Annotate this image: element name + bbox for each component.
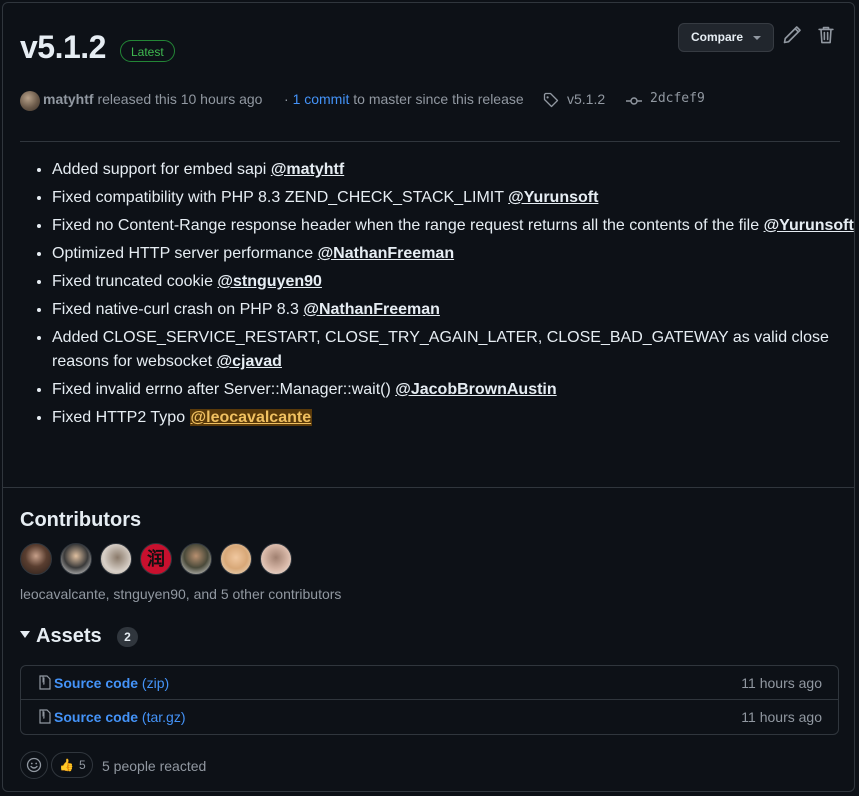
author-link[interactable]: matyhtf [43,91,94,107]
assets-list: Source code (zip) 11 hours ago Source co… [20,665,839,735]
release-meta: matyhtf released this 10 hours ago [43,91,262,107]
commit-icon [626,97,642,105]
compare-label: Compare [691,30,744,44]
triangle-down-icon [20,631,30,639]
contributor-avatar[interactable]: 润 [140,543,172,575]
note-item: Fixed compatibility with PHP 8.3 ZEND_CH… [52,186,859,210]
contributor-avatar[interactable] [100,543,132,575]
reactions-summary: 5 people reacted [102,758,207,774]
contributors-summary: leocavalcante, stnguyen90, and 5 other c… [20,586,342,602]
note-item: Added support for embed sapi @matyhtf [52,158,859,182]
note-item: Optimized HTTP server performance @Natha… [52,242,859,266]
commit-hash[interactable]: 2dcfef9 [650,91,705,106]
contributor-avatar[interactable] [60,543,92,575]
tag-icon [543,92,559,108]
release-notes: Added support for embed sapi @matyhtf Fi… [20,158,859,434]
add-reaction-button[interactable] [20,751,48,779]
release-card: v5.1.2 Latest Compare matyhtf released t… [2,2,855,792]
user-mention[interactable]: @Yurunsoft [764,217,854,234]
contributors-title: Contributors [20,509,142,531]
chevron-down-icon [753,36,761,40]
user-mention[interactable]: @NathanFreeman [303,301,440,318]
thumbs-up-reaction[interactable]: 👍 5 [51,752,93,778]
commit-separator: · [284,91,289,107]
user-mention[interactable]: @stnguyen90 [217,273,322,290]
note-item: Fixed no Content-Range response header w… [52,214,859,238]
pencil-icon[interactable] [782,25,802,45]
compare-button[interactable]: Compare [678,23,774,52]
contributor-avatar[interactable] [260,543,292,575]
smiley-icon [26,757,42,773]
assets-count-badge: 2 [117,627,138,647]
asset-link[interactable]: Source code (zip) [54,675,169,691]
user-mention[interactable]: @NathanFreeman [318,245,455,262]
released-text: released this 10 hours ago [97,91,263,107]
asset-row: Source code (zip) 11 hours ago [21,666,838,699]
header-divider [20,141,840,142]
section-divider [3,487,854,488]
file-zip-icon [39,709,51,724]
asset-time: 11 hours ago [741,709,822,725]
user-mention[interactable]: @JacobBrownAustin [395,381,556,398]
note-item: Fixed native-curl crash on PHP 8.3 @Nath… [52,298,859,322]
author-avatar[interactable] [20,91,40,111]
assets-toggle[interactable]: Assets [20,625,102,648]
asset-link[interactable]: Source code (tar.gz) [54,709,186,725]
latest-badge: Latest [120,40,175,62]
note-item: Fixed truncated cookie @stnguyen90 [52,270,859,294]
file-zip-icon [39,675,51,690]
commit-rest: to master since this release [353,91,524,107]
contributor-avatar[interactable] [20,543,52,575]
note-item: Added CLOSE_SERVICE_RESTART, CLOSE_TRY_A… [52,326,859,374]
user-mention[interactable]: @cjavad [217,353,282,370]
user-mention[interactable]: @matyhtf [271,161,344,178]
user-mention[interactable]: @Yurunsoft [508,189,598,206]
reaction-count: 5 [79,758,86,772]
assets-title: Assets [36,625,102,647]
asset-row: Source code (tar.gz) 11 hours ago [21,699,838,733]
note-item: Fixed invalid errno after Server::Manage… [52,378,859,402]
contributor-avatar[interactable] [220,543,252,575]
note-item: Fixed HTTP2 Typo @leocavalcante [52,406,859,430]
asset-time: 11 hours ago [741,675,822,691]
thumbs-up-icon: 👍 [59,758,74,772]
user-mention-highlighted[interactable]: @leocavalcante [189,409,313,426]
commit-link[interactable]: 1 commit [293,91,350,107]
trash-icon[interactable] [816,25,836,45]
contributor-avatar[interactable] [180,543,212,575]
tag-link[interactable]: v5.1.2 [567,91,605,107]
release-title[interactable]: v5.1.2 [20,29,106,66]
commit-info: · 1 commit to master since this release [284,91,524,107]
